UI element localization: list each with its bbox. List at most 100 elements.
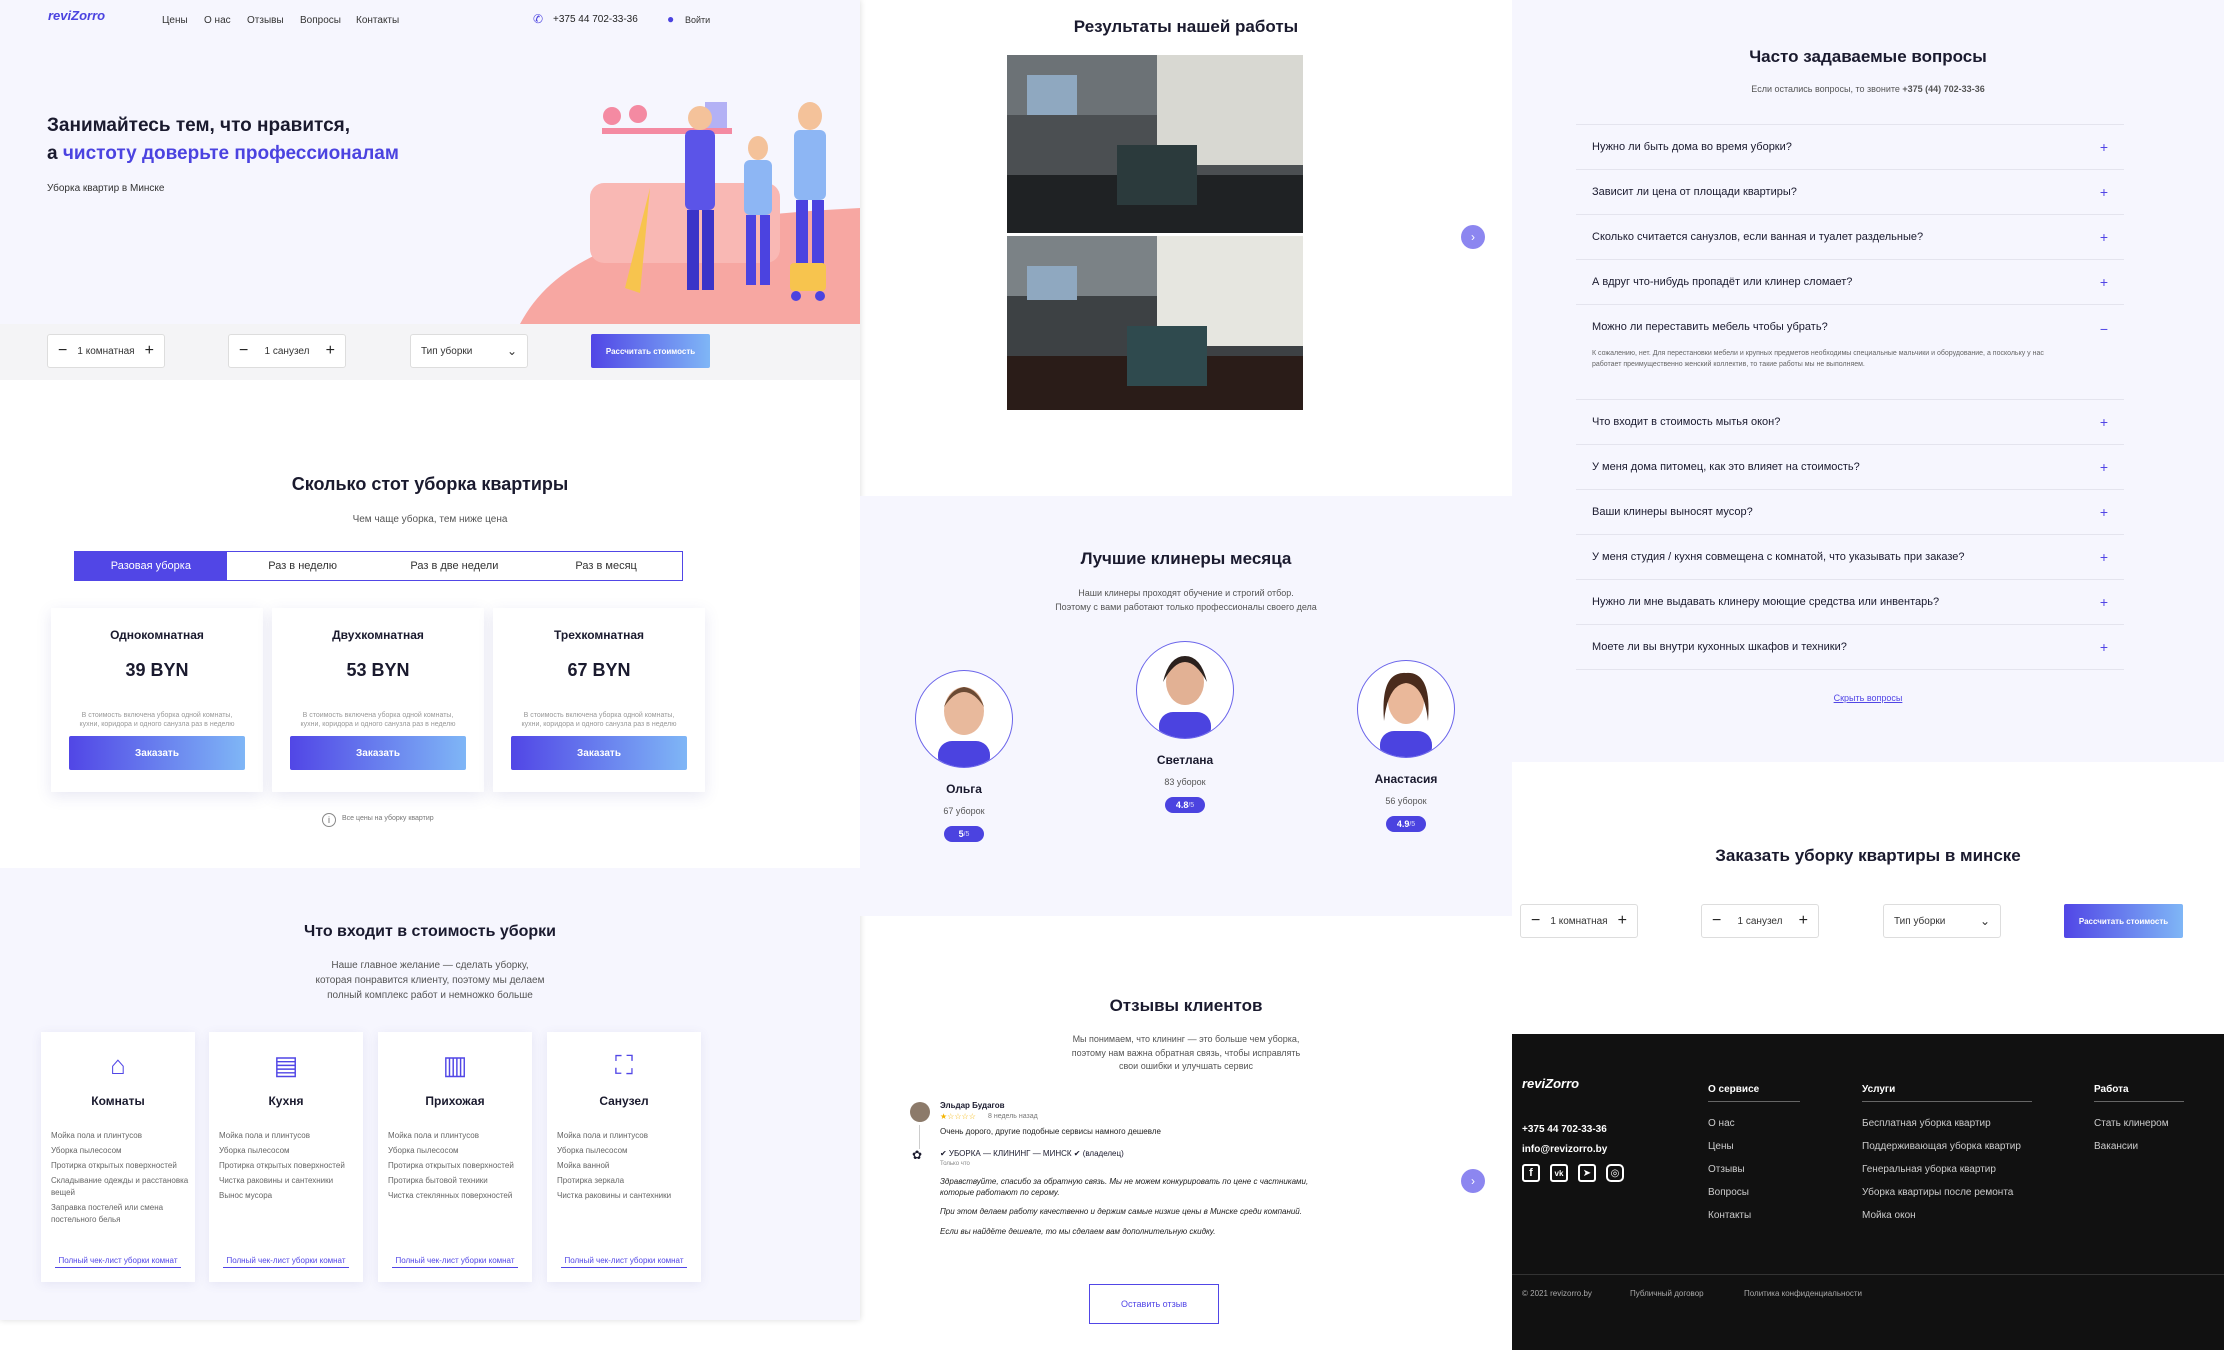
nav-contacts[interactable]: Контакты: [356, 15, 399, 26]
footer-email[interactable]: info@revizorro.by: [1522, 1144, 1607, 1155]
baths-minus-button[interactable]: −: [1712, 912, 1721, 930]
results-next-arrow-icon[interactable]: ›: [1461, 225, 1485, 249]
order-button[interactable]: Заказать: [69, 736, 245, 770]
footer-link[interactable]: Вакансии: [2094, 1141, 2184, 1152]
rooms-plus-button[interactable]: +: [145, 342, 154, 360]
rating-value: 4.8: [1175, 800, 1189, 810]
plus-icon: +: [2099, 229, 2108, 245]
header-phone[interactable]: +375 44 702-33-36: [553, 14, 638, 25]
footer-link[interactable]: Вопросы: [1708, 1187, 1800, 1198]
hide-questions-link[interactable]: Скрыть вопросы: [1512, 693, 2224, 703]
all-prices-link[interactable]: Все цены на уборку квартир: [342, 815, 434, 822]
faq-item[interactable]: У меня дома питомец, как это влияет на с…: [1576, 445, 2124, 490]
footer-col-title: О сервисе: [1708, 1084, 1800, 1102]
faq-item[interactable]: Что входит в стоимость мытья окон? +: [1576, 400, 2124, 445]
footer-col-services: Услуги Бесплатная уборка квартир Поддерж…: [1862, 1084, 2032, 1233]
cleaner-count: 56 уборок: [1385, 796, 1427, 806]
faq-item[interactable]: У меня студия / кухня совмещена с комнат…: [1576, 535, 2124, 580]
faq-question: У меня дома питомец, как это влияет на с…: [1592, 461, 1860, 473]
baths-minus-button[interactable]: −: [239, 342, 248, 360]
instagram-icon[interactable]: ◎: [1606, 1164, 1624, 1182]
footer-link[interactable]: Поддерживающая уборка квартир: [1862, 1141, 2032, 1152]
nav-prices[interactable]: Цены: [162, 15, 188, 26]
rooms-plus-button[interactable]: +: [1618, 912, 1627, 930]
checklist-link[interactable]: Полный чек-лист уборки комнат: [392, 1256, 518, 1268]
rooms-stepper: − 1 комнатная +: [47, 334, 165, 368]
cleaners-title: Лучшие клинеры месяца: [1080, 549, 1292, 568]
cleaning-type-select[interactable]: Тип уборки ⌄: [410, 334, 528, 368]
privacy-link[interactable]: Политика конфиденциальности: [1744, 1289, 1862, 1298]
rating-scale: /5: [963, 830, 970, 838]
faq-item-open[interactable]: Можно ли переставить мебель чтобы убрать…: [1576, 305, 2124, 400]
faq-item[interactable]: Нужно ли мне выдавать клинеру моющие сре…: [1576, 580, 2124, 625]
list-item: Заправка постелей или смена постельного …: [51, 1203, 164, 1224]
pricing-title: Сколько стот уборка квартиры: [291, 474, 569, 494]
list-item: Чистка раковины и сантехники: [557, 1191, 672, 1200]
results-title: Результаты нашей работы: [1073, 17, 1299, 36]
baths-plus-button[interactable]: +: [1799, 912, 1808, 930]
telegram-icon[interactable]: ➤: [1578, 1164, 1596, 1182]
cleaner-card: Анастасия 56 уборок 4.9/5: [1326, 660, 1486, 832]
faq-item[interactable]: Нужно ли быть дома во время уборки? +: [1576, 125, 2124, 170]
price-card-desc: В стоимость включена уборка одной комнат…: [521, 712, 677, 729]
footer-link[interactable]: Генеральная уборка квартир: [1862, 1164, 2032, 1175]
tab-monthly[interactable]: Раз в месяц: [530, 552, 682, 580]
faq-item[interactable]: А вдруг что-нибудь пропадёт или клинер с…: [1576, 260, 2124, 305]
price-card-price: 53 BYN: [346, 660, 410, 680]
faq-question: Сколько считается санузлов, если ванная …: [1592, 231, 1924, 243]
footer-link[interactable]: Отзывы: [1708, 1164, 1800, 1175]
checklist-link[interactable]: Полный чек-лист уборки комнат: [561, 1256, 687, 1268]
baths-value: 1 санузел: [1737, 915, 1783, 927]
faq-item[interactable]: Ваши клинеры выносят мусор? +: [1576, 490, 2124, 535]
faq-item[interactable]: Моете ли вы внутри кухонных шкафов и тех…: [1576, 625, 2124, 670]
footer-link[interactable]: Мойка окон: [1862, 1210, 2032, 1221]
faq-item[interactable]: Зависит ли цена от площади квартиры? +: [1576, 170, 2124, 215]
rooms-minus-button[interactable]: −: [1531, 912, 1540, 930]
calculate-button[interactable]: Рассчитать стоимость: [2064, 904, 2183, 938]
footer-link[interactable]: Стать клинером: [2094, 1118, 2184, 1129]
vk-icon[interactable]: vk: [1550, 1164, 1568, 1182]
price-card: Трехкомнатная 67 BYN В стоимость включен…: [493, 608, 705, 792]
footer-link[interactable]: О нас: [1708, 1118, 1800, 1129]
faq-item[interactable]: Сколько считается санузлов, если ванная …: [1576, 215, 2124, 260]
login-link[interactable]: Войти: [685, 15, 710, 25]
tab-weekly[interactable]: Раз в неделю: [227, 552, 379, 580]
checklist-link[interactable]: Полный чек-лист уборки комнат: [55, 1256, 181, 1268]
footer-link[interactable]: Уборка квартиры после ремонта: [1862, 1187, 2032, 1198]
footer-link[interactable]: Контакты: [1708, 1210, 1800, 1221]
footer-phone[interactable]: +375 44 702-33-36: [1522, 1124, 1607, 1135]
logo[interactable]: reviZorro: [48, 8, 105, 23]
nav-faq[interactable]: Вопросы: [300, 15, 341, 26]
cleaner-count: 67 уборок: [943, 806, 985, 816]
tab-biweekly[interactable]: Раз в две недели: [379, 552, 531, 580]
reviews-next-arrow-icon[interactable]: ›: [1461, 1169, 1485, 1193]
footer-col-title: Работа: [2094, 1084, 2184, 1102]
rooms-minus-button[interactable]: −: [58, 342, 67, 360]
included-card-title: Санузел: [599, 1094, 649, 1108]
tab-one-time[interactable]: Разовая уборка: [75, 552, 227, 580]
order-button[interactable]: Заказать: [511, 736, 687, 770]
cleaning-type-select[interactable]: Тип уборки ⌄: [1883, 904, 2001, 938]
price-card-price: 67 BYN: [567, 660, 631, 680]
faq-subtitle: Если остались вопросы, то звоните +375 (…: [1512, 83, 2224, 97]
owner-avatar-icon: ✿: [912, 1148, 923, 1162]
order-button[interactable]: Заказать: [290, 736, 466, 770]
pricing-subtitle: Чем чаще уборка, тем ниже цена: [352, 514, 508, 525]
list-item: Чистка стеклянных поверхностей: [388, 1191, 513, 1200]
nav-about[interactable]: О нас: [204, 15, 231, 26]
baths-plus-button[interactable]: +: [326, 342, 335, 360]
included-list: Мойка пола и плинтусов Уборка пылесосом …: [219, 1130, 363, 1202]
leave-review-button[interactable]: Оставить отзыв: [1089, 1284, 1219, 1324]
public-offer-link[interactable]: Публичный договор: [1630, 1289, 1704, 1298]
nav-reviews[interactable]: Отзывы: [247, 15, 284, 26]
calculate-button[interactable]: Рассчитать стоимость: [591, 334, 710, 368]
checklist-link[interactable]: Полный чек-лист уборки комнат: [223, 1256, 349, 1268]
footer-link[interactable]: Бесплатная уборка квартир: [1862, 1118, 2032, 1129]
rating-badge: 5/5: [944, 826, 984, 842]
cleaners-subtitle-line: Поэтому с вами работают только профессио…: [1055, 601, 1317, 612]
facebook-icon[interactable]: f: [1522, 1164, 1540, 1182]
footer-logo[interactable]: reviZorro: [1522, 1076, 1579, 1091]
footer-link[interactable]: Цены: [1708, 1141, 1800, 1152]
wardrobe-icon: ▥: [442, 1050, 468, 1080]
faq-phone[interactable]: +375 (44) 702-33-36: [1902, 84, 1984, 94]
